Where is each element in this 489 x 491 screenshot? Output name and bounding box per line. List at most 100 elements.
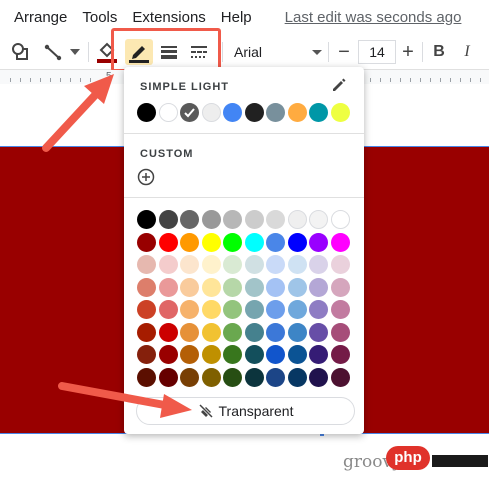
theme-color-swatch[interactable]: [244, 103, 264, 122]
grid-color-swatch[interactable]: [223, 300, 242, 319]
grid-color-swatch[interactable]: [180, 232, 199, 252]
increase-font-size-button[interactable]: +: [398, 39, 418, 65]
grid-color-swatch[interactable]: [158, 232, 178, 252]
grid-color-swatch[interactable]: [266, 232, 285, 252]
grid-color-swatch[interactable]: [158, 322, 178, 342]
grid-color-swatch[interactable]: [287, 277, 307, 297]
grid-color-swatch[interactable]: [330, 300, 350, 319]
theme-color-swatch[interactable]: [180, 103, 199, 122]
grid-color-swatch[interactable]: [137, 367, 156, 387]
grid-color-swatch[interactable]: [180, 345, 199, 364]
grid-color-swatch[interactable]: [287, 232, 307, 252]
grid-color-swatch[interactable]: [201, 367, 221, 387]
grid-color-swatch[interactable]: [223, 277, 242, 297]
grid-color-swatch[interactable]: [330, 277, 350, 297]
grid-color-swatch[interactable]: [137, 232, 156, 252]
grid-color-swatch[interactable]: [309, 367, 328, 387]
line-dropdown-icon[interactable]: [68, 39, 82, 65]
grid-color-swatch[interactable]: [266, 255, 285, 274]
grid-color-swatch[interactable]: [158, 277, 178, 297]
menu-arrange[interactable]: Arrange: [14, 9, 67, 26]
grid-color-swatch[interactable]: [201, 322, 221, 342]
theme-color-swatch[interactable]: [309, 103, 328, 122]
edit-theme-pencil-icon[interactable]: [331, 77, 347, 98]
grid-color-swatch[interactable]: [330, 255, 350, 274]
grid-color-swatch[interactable]: [266, 322, 285, 342]
menu-tools[interactable]: Tools: [82, 9, 117, 26]
grid-color-swatch[interactable]: [201, 210, 221, 229]
grid-color-swatch[interactable]: [287, 255, 307, 274]
grid-color-swatch[interactable]: [223, 322, 242, 342]
grid-color-swatch[interactable]: [201, 255, 221, 274]
grid-color-swatch[interactable]: [223, 367, 242, 387]
grid-color-swatch[interactable]: [137, 210, 156, 229]
decrease-font-size-button[interactable]: −: [334, 39, 354, 65]
font-size-input[interactable]: 14: [358, 40, 396, 64]
grid-color-swatch[interactable]: [223, 255, 242, 274]
grid-color-swatch[interactable]: [266, 300, 285, 319]
grid-color-swatch[interactable]: [158, 300, 178, 319]
font-dropdown-icon[interactable]: [312, 50, 322, 55]
theme-color-swatch[interactable]: [287, 103, 307, 122]
grid-color-swatch[interactable]: [330, 322, 350, 342]
grid-color-swatch[interactable]: [137, 300, 156, 319]
grid-color-swatch[interactable]: [309, 300, 328, 319]
grid-color-swatch[interactable]: [201, 232, 221, 252]
grid-color-swatch[interactable]: [244, 210, 264, 229]
grid-color-swatch[interactable]: [180, 255, 199, 274]
grid-color-swatch[interactable]: [180, 367, 199, 387]
grid-color-swatch[interactable]: [158, 345, 178, 364]
grid-color-swatch[interactable]: [137, 277, 156, 297]
grid-color-swatch[interactable]: [287, 345, 307, 364]
grid-color-swatch[interactable]: [330, 367, 350, 387]
grid-color-swatch[interactable]: [266, 210, 285, 229]
grid-color-swatch[interactable]: [244, 255, 264, 274]
grid-color-swatch[interactable]: [330, 210, 350, 229]
grid-color-swatch[interactable]: [287, 322, 307, 342]
grid-color-swatch[interactable]: [309, 232, 328, 252]
shape-icon[interactable]: [8, 39, 34, 65]
grid-color-swatch[interactable]: [266, 345, 285, 364]
grid-color-swatch[interactable]: [137, 345, 156, 364]
grid-color-swatch[interactable]: [309, 322, 328, 342]
grid-color-swatch[interactable]: [137, 322, 156, 342]
grid-color-swatch[interactable]: [309, 255, 328, 274]
grid-color-swatch[interactable]: [330, 232, 350, 252]
theme-color-swatch[interactable]: [266, 103, 285, 122]
grid-color-swatch[interactable]: [158, 367, 178, 387]
theme-color-swatch[interactable]: [223, 103, 242, 122]
grid-color-swatch[interactable]: [180, 277, 199, 297]
grid-color-swatch[interactable]: [244, 300, 264, 319]
line-icon[interactable]: [40, 39, 66, 65]
theme-color-swatch[interactable]: [330, 103, 350, 122]
theme-color-swatch[interactable]: [201, 103, 221, 122]
grid-color-swatch[interactable]: [244, 232, 264, 252]
last-edit-link[interactable]: Last edit was seconds ago: [285, 9, 462, 26]
grid-color-swatch[interactable]: [266, 367, 285, 387]
grid-color-swatch[interactable]: [180, 210, 199, 229]
bold-button[interactable]: B: [428, 39, 450, 65]
grid-color-swatch[interactable]: [330, 345, 350, 364]
grid-color-swatch[interactable]: [309, 277, 328, 297]
grid-color-swatch[interactable]: [201, 277, 221, 297]
grid-color-swatch[interactable]: [223, 345, 242, 364]
grid-color-swatch[interactable]: [223, 210, 242, 229]
grid-color-swatch[interactable]: [244, 345, 264, 364]
grid-color-swatch[interactable]: [244, 322, 264, 342]
grid-color-swatch[interactable]: [309, 345, 328, 364]
grid-color-swatch[interactable]: [137, 255, 156, 274]
font-family-select[interactable]: Arial: [234, 44, 262, 60]
grid-color-swatch[interactable]: [287, 210, 307, 229]
grid-color-swatch[interactable]: [309, 210, 328, 229]
transparent-button[interactable]: Transparent: [136, 397, 355, 425]
theme-color-swatch[interactable]: [158, 103, 178, 122]
grid-color-swatch[interactable]: [180, 300, 199, 319]
theme-color-swatch[interactable]: [137, 103, 156, 122]
grid-color-swatch[interactable]: [287, 367, 307, 387]
grid-color-swatch[interactable]: [266, 277, 285, 297]
menu-help[interactable]: Help: [221, 9, 252, 26]
italic-button[interactable]: I: [456, 39, 478, 65]
add-custom-color-icon[interactable]: [137, 168, 155, 191]
grid-color-swatch[interactable]: [201, 300, 221, 319]
grid-color-swatch[interactable]: [201, 345, 221, 364]
